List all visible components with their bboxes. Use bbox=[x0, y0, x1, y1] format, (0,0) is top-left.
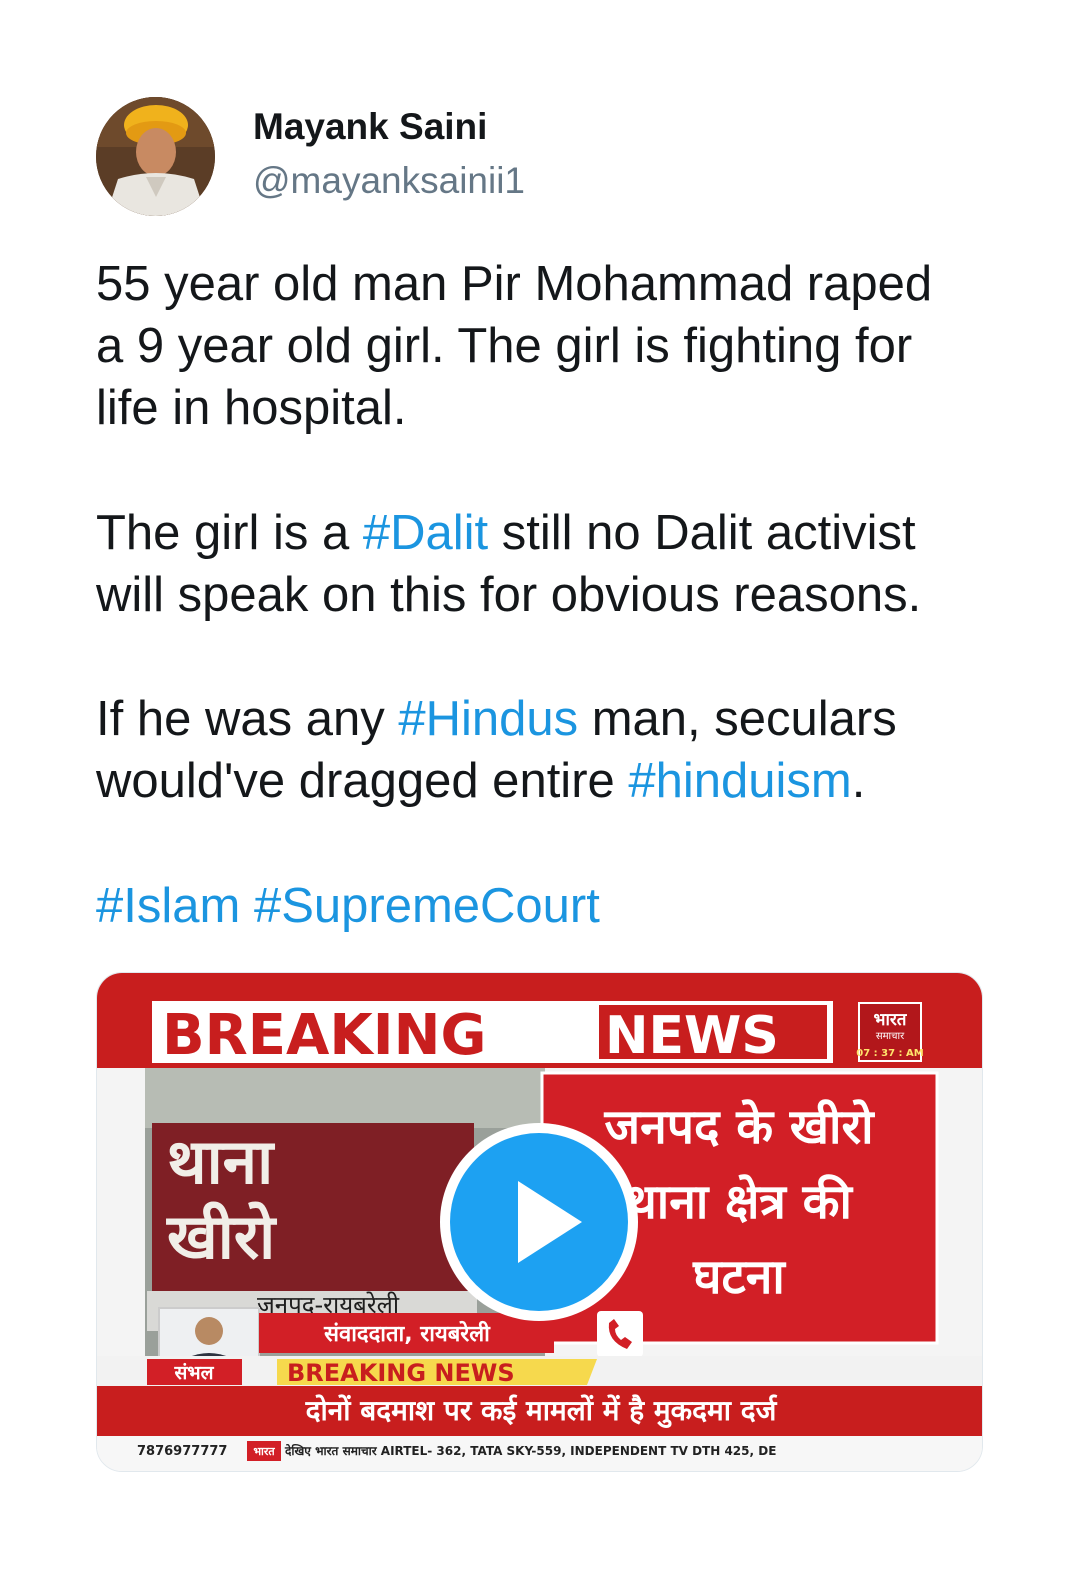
hashtag-islam[interactable]: #Islam bbox=[96, 879, 240, 933]
news-label: NEWS bbox=[605, 1006, 779, 1066]
tweet-line: 55 year old man Pir Mohammad raped bbox=[96, 257, 933, 311]
reporter-caption: संवाददाता, रायबरेली bbox=[323, 1320, 491, 1347]
location-tag: संभल bbox=[173, 1362, 214, 1384]
tweet-line: life in hospital. bbox=[96, 381, 407, 435]
hashtag-hinduism[interactable]: #hinduism bbox=[628, 754, 851, 808]
channel-logo-text: भारत bbox=[874, 1010, 908, 1030]
tweet-line: a 9 year old girl. The girl is fighting … bbox=[96, 319, 913, 373]
user-name[interactable]: Mayank Saini bbox=[253, 106, 487, 148]
station-sign-line2: खीरो bbox=[166, 1200, 277, 1273]
tweet-text: man, seculars bbox=[578, 692, 897, 746]
tweet-paragraph-1: 55 year old man Pir Mohammad raped a 9 y… bbox=[96, 253, 932, 439]
tweet-line: would've dragged entire #hinduism. bbox=[96, 750, 897, 812]
headline-line1: जनपद के खीरो bbox=[603, 1099, 875, 1155]
tweet-line: will speak on this for obvious reasons. bbox=[96, 568, 922, 622]
ticker-breaking: BREAKING NEWS bbox=[287, 1359, 515, 1387]
tweet-text: The girl is a bbox=[96, 506, 363, 560]
tweet-text: . bbox=[851, 754, 866, 808]
bottom-phone: 7876977777 bbox=[137, 1444, 227, 1459]
bottom-text: देखिए भारत समाचार AIRTEL- 362, TATA SKY-… bbox=[284, 1444, 776, 1458]
play-circle[interactable] bbox=[450, 1133, 628, 1311]
tweet-hashtags: #Islam #SupremeCourt bbox=[96, 875, 600, 937]
ticker-text: दोनों बदमाश पर कई मामलों में है मुकदमा द… bbox=[305, 1394, 778, 1428]
headline-line3: घटना bbox=[692, 1249, 786, 1305]
play-icon bbox=[518, 1181, 582, 1263]
channel-logo-sub: समाचार bbox=[876, 1031, 905, 1042]
user-handle[interactable]: @mayanksainii1 bbox=[253, 160, 525, 202]
tweet-text: still no Dalit activist bbox=[488, 506, 916, 560]
hashtag-supremecourt[interactable]: #SupremeCourt bbox=[254, 879, 600, 933]
clock-text: 07 : 37 : AM bbox=[856, 1048, 923, 1059]
headline-line2: थाना क्षेत्र की bbox=[626, 1174, 853, 1230]
hashtag-dalit[interactable]: #Dalit bbox=[363, 506, 488, 560]
breaking-label: BREAKING bbox=[162, 1003, 486, 1068]
tweet-line: If he was any #Hindus man, seculars bbox=[96, 688, 897, 750]
tweet-paragraph-3: If he was any #Hindus man, seculars woul… bbox=[96, 688, 897, 812]
bottom-logo: भारत bbox=[253, 1445, 275, 1458]
hashtag-hindus[interactable]: #Hindus bbox=[398, 692, 578, 746]
tweet-line: The girl is a #Dalit still no Dalit acti… bbox=[96, 502, 921, 564]
avatar[interactable] bbox=[96, 97, 215, 216]
tweet-text: If he was any bbox=[96, 692, 399, 746]
tweet-card: Mayank Saini @mayanksainii1 55 year old … bbox=[0, 0, 1080, 1570]
station-sign-line1: थाना bbox=[167, 1125, 275, 1198]
tweet-paragraph-2: The girl is a #Dalit still no Dalit acti… bbox=[96, 502, 921, 626]
play-button[interactable] bbox=[440, 1123, 638, 1321]
tweet-text: would've dragged entire bbox=[96, 754, 629, 808]
